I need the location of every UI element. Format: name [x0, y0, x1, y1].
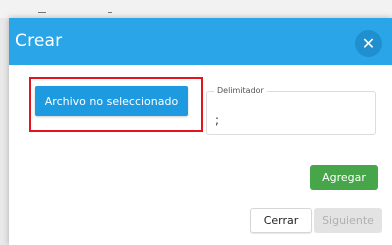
- background-mark: [38, 12, 46, 13]
- dialog-title: Crear: [15, 31, 63, 51]
- create-dialog: Crear ✕ Archivo no seleccionado Delimita…: [9, 18, 392, 245]
- background-mark: [108, 12, 112, 13]
- file-select-button[interactable]: Archivo no seleccionado: [35, 86, 188, 116]
- next-button[interactable]: Siguiente: [314, 208, 382, 233]
- background-page: [0, 0, 392, 18]
- delimiter-value[interactable]: ;: [215, 113, 219, 127]
- close-icon: ✕: [361, 33, 376, 53]
- delimiter-label: Delimitador: [214, 86, 267, 95]
- close-dialog-button[interactable]: Cerrar: [250, 208, 312, 233]
- delimiter-field[interactable]: [206, 91, 376, 135]
- add-button[interactable]: Agregar: [310, 165, 378, 190]
- dialog-header: Crear ✕: [9, 18, 392, 65]
- close-button[interactable]: ✕: [355, 30, 382, 57]
